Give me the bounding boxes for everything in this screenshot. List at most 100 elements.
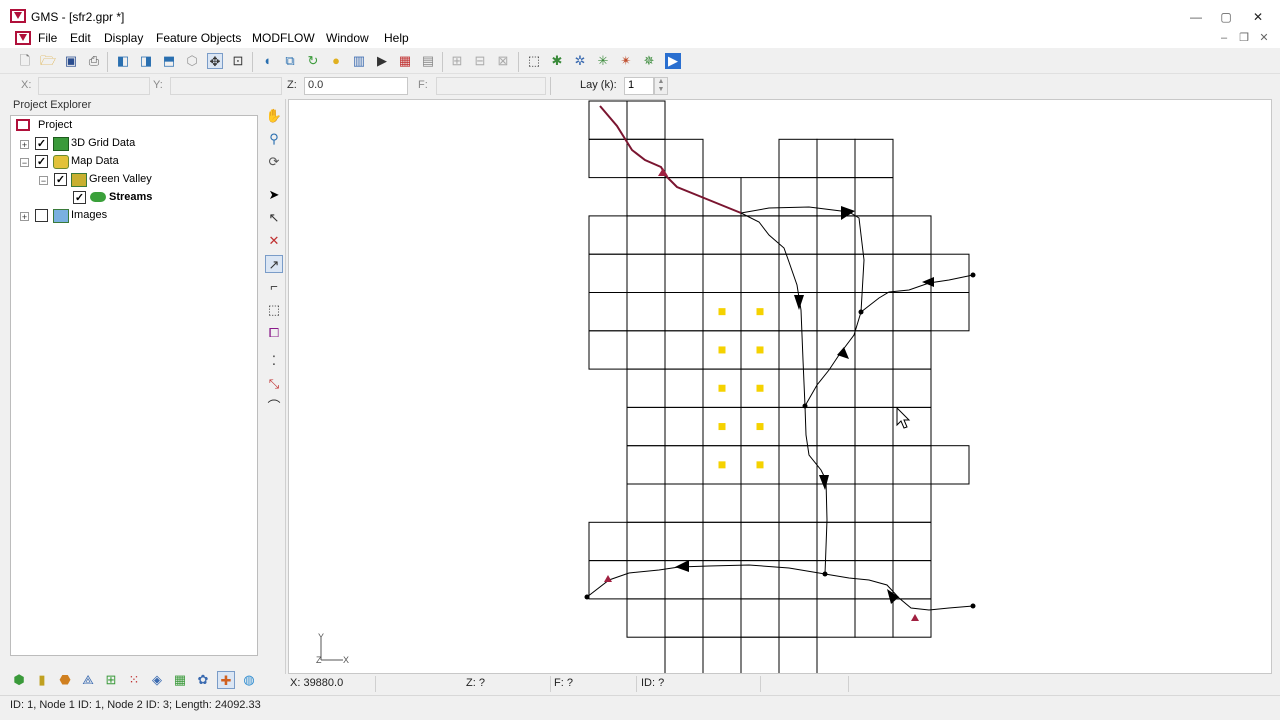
close-button[interactable]: ✕ — [1247, 10, 1269, 24]
well-point[interactable] — [756, 346, 764, 354]
grid-cell[interactable] — [626, 406, 666, 447]
grid-cell[interactable] — [740, 483, 780, 523]
grid-cell[interactable] — [740, 253, 780, 293]
grid-cell[interactable] — [854, 445, 894, 485]
grid-cell[interactable] — [892, 330, 932, 370]
grid-cell[interactable] — [854, 330, 894, 370]
grid-cell[interactable] — [626, 598, 666, 638]
grid-cell[interactable] — [588, 292, 628, 332]
select-vertex-icon[interactable]: ↖ — [265, 209, 283, 227]
grid-cell[interactable] — [588, 253, 628, 293]
grid-cell[interactable] — [702, 253, 742, 293]
grid-cell[interactable] — [778, 253, 818, 293]
grid-cell[interactable] — [854, 598, 894, 638]
grid-cell[interactable] — [816, 253, 856, 293]
z-field[interactable]: 0.0 — [304, 77, 408, 95]
ugrid-module-icon[interactable]: ✚ — [217, 671, 235, 689]
grid-cell[interactable] — [626, 483, 666, 523]
cube-front-icon[interactable]: ◧ — [115, 53, 131, 69]
grid-cell[interactable] — [626, 253, 666, 293]
grid-cell[interactable] — [588, 138, 628, 179]
grid-cell[interactable] — [778, 138, 818, 179]
select-arc-icon[interactable]: ↗ — [265, 255, 283, 273]
grid-cell[interactable] — [626, 100, 666, 140]
grid-cell[interactable] — [588, 330, 628, 370]
grid-cell[interactable] — [930, 292, 970, 332]
well-point[interactable] — [718, 461, 726, 469]
grid-cell[interactable] — [778, 598, 818, 638]
mdi-minimize-button[interactable]: – — [1216, 32, 1232, 44]
well-point[interactable] — [756, 423, 764, 431]
grid-cell[interactable] — [816, 483, 856, 523]
gis-module-icon[interactable]: ✿ — [194, 671, 212, 689]
grid-cell[interactable] — [892, 292, 932, 332]
grid-cell[interactable] — [816, 521, 856, 562]
tree-item-project[interactable]: Project — [38, 116, 72, 134]
grid-cell[interactable] — [588, 215, 628, 255]
grid-cell[interactable] — [778, 521, 818, 562]
menu-window[interactable]: Window — [324, 31, 371, 45]
grid-cell[interactable] — [854, 521, 894, 562]
menu-feature-objects[interactable]: Feature Objects — [154, 31, 243, 45]
select-polygon-icon[interactable]: ⬚ — [265, 301, 283, 319]
grid-cell[interactable] — [664, 636, 704, 674]
create-node-icon[interactable]: ✕ — [265, 232, 283, 250]
well-point[interactable] — [756, 308, 764, 316]
grid-cell[interactable] — [664, 598, 704, 638]
grid-cell[interactable] — [892, 368, 932, 408]
pan-icon[interactable]: ✋ — [265, 107, 283, 125]
solid-module-icon[interactable]: ⬣ — [56, 671, 74, 689]
grid-cell[interactable] — [892, 521, 932, 562]
grid-frame-icon[interactable]: ⧠ — [265, 324, 283, 342]
grid-cell[interactable] — [892, 253, 932, 293]
grid-cell[interactable] — [892, 215, 932, 255]
model-view[interactable]: Y X Z — [289, 100, 1272, 674]
grid-cell[interactable] — [626, 560, 666, 600]
tree-item-streams[interactable]: Streams — [109, 188, 152, 206]
info-icon[interactable]: ◖ — [259, 53, 275, 69]
grid-cell[interactable] — [702, 636, 742, 674]
x-field[interactable] — [38, 77, 150, 95]
new-file-icon[interactable]: 🗋 — [17, 53, 33, 69]
map-data-checkbox[interactable]: ✓ — [35, 155, 48, 168]
grid-cell[interactable] — [702, 598, 742, 638]
grid-cell[interactable] — [778, 483, 818, 523]
cube-top-icon[interactable]: ⬒ — [161, 53, 177, 69]
grid-cell[interactable] — [740, 521, 780, 562]
maximize-button[interactable]: ▢ — [1215, 10, 1237, 24]
grid-cell[interactable] — [626, 292, 666, 332]
grid-cell[interactable] — [702, 521, 742, 562]
color-ramp-icon[interactable]: ▦ — [397, 53, 413, 69]
tree-item-images[interactable]: Images — [71, 206, 107, 224]
stream-nodes[interactable] — [584, 272, 976, 609]
mesh-module-icon[interactable]: ⟁ — [79, 671, 97, 689]
grid-cell[interactable] — [778, 406, 818, 447]
grid-cell[interactable] — [892, 445, 932, 485]
grid-cell[interactable] — [588, 521, 628, 562]
grid-cell[interactable] — [664, 253, 704, 293]
grid-cell[interactable] — [854, 368, 894, 408]
images-checkbox[interactable] — [35, 209, 48, 222]
well-point[interactable] — [718, 384, 726, 392]
grid-cell[interactable] — [740, 636, 780, 674]
grid-cell[interactable] — [778, 445, 818, 485]
expand-toggle[interactable]: + — [20, 212, 29, 222]
grid-cell[interactable] — [816, 292, 856, 332]
cube-side-icon[interactable]: ◨ — [138, 53, 154, 69]
grid-cell[interactable] — [854, 560, 894, 600]
grid-cell[interactable] — [664, 406, 704, 447]
tool-d-icon[interactable]: ✳ — [595, 53, 611, 69]
grid-a-icon[interactable]: ⊞ — [449, 53, 465, 69]
grid-cell[interactable] — [778, 177, 818, 217]
grid-data-checkbox[interactable]: ✓ — [35, 137, 48, 150]
grid-cell[interactable] — [816, 560, 856, 600]
grid-module-icon[interactable]: ⊞ — [102, 671, 120, 689]
grid-cell[interactable] — [816, 598, 856, 638]
grid-cell[interactable] — [626, 521, 666, 562]
grid-cell[interactable] — [778, 636, 818, 674]
grid-cell[interactable] — [778, 368, 818, 408]
save-icon[interactable]: ▣ — [63, 53, 79, 69]
grid-cell[interactable] — [816, 368, 856, 408]
menu-modflow[interactable]: MODFLOW — [250, 31, 317, 45]
mdi-restore-button[interactable]: ❐ — [1236, 32, 1252, 44]
